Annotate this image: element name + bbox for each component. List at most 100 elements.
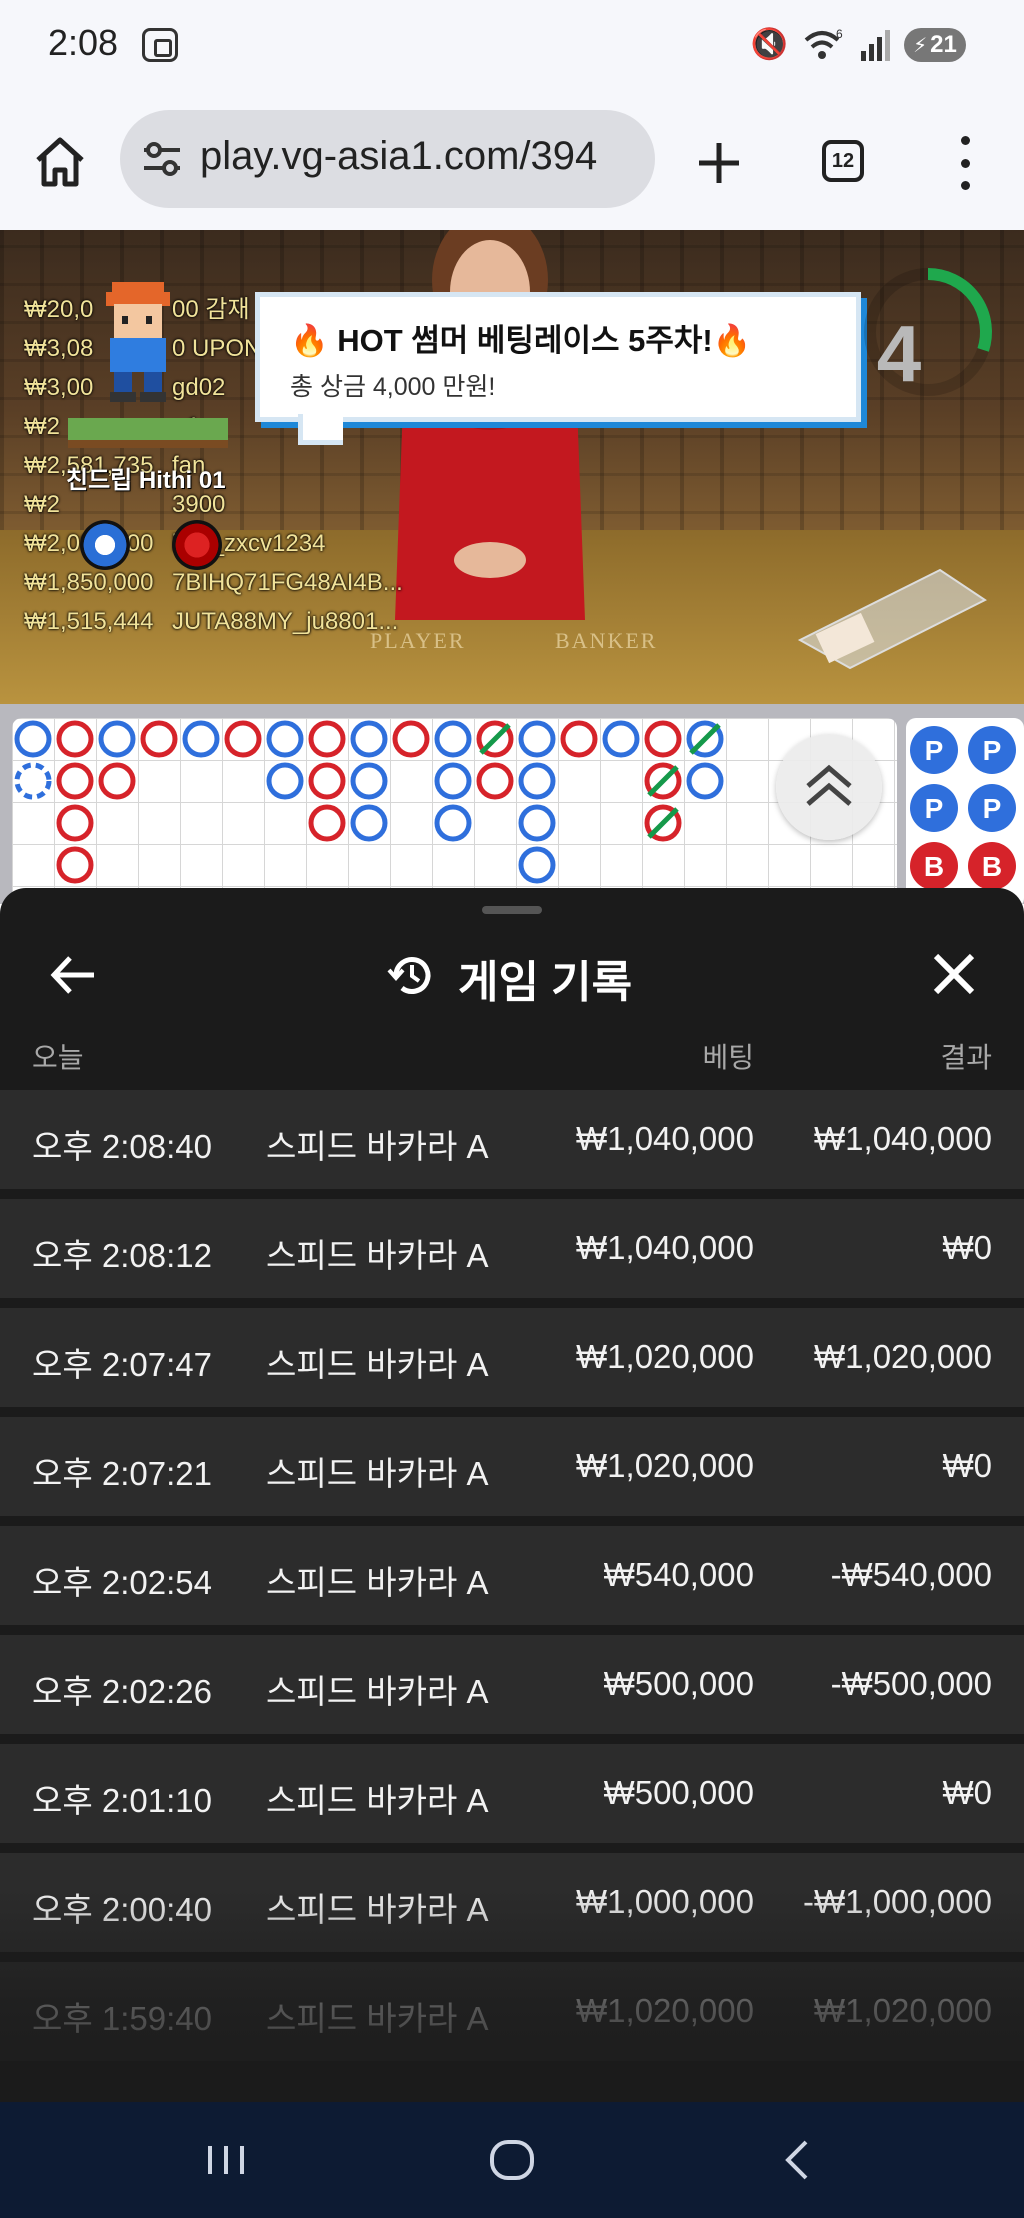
road-mark-red: [56, 762, 94, 800]
road-mark-blue: [602, 720, 640, 758]
history-row[interactable]: 오후 2:00:40 스피드 바카라 A ₩1,000,000 -₩1,000,000: [0, 1853, 1024, 1952]
red-chip-icon: [172, 520, 222, 570]
row-game: 스피드 바카라 A: [266, 2000, 489, 2037]
promo-subtitle: 총 상금 4,000 만원!: [290, 373, 496, 401]
big-road-marks: [14, 720, 724, 884]
mascot-name: 친드립 Hithi 01: [66, 467, 226, 494]
mute-icon: 🔇: [750, 28, 788, 61]
system-nav-bar: [0, 2102, 1024, 2218]
history-row[interactable]: 오후 2:08:40 스피드 바카라 A ₩1,040,000 ₩1,040,000: [0, 1090, 1024, 1189]
road-mark-blue: [434, 804, 472, 842]
double-chevron-up-icon: [806, 764, 852, 806]
road-mark-red: [308, 804, 346, 842]
address-bar[interactable]: play.vg-asia1.com/394: [120, 110, 655, 208]
winner-name: 3900: [172, 491, 226, 518]
promo-banner[interactable]: 🔥 HOT 썸머 베팅레이스 5주차!🔥 총 상금 4,000 만원!: [255, 292, 861, 422]
history-icon: [387, 957, 431, 994]
row-result: -₩500,000: [830, 1665, 992, 1702]
history-row[interactable]: 오후 2:01:10 스피드 바카라 A ₩500,000 ₩0: [0, 1744, 1024, 1843]
road-mark-blue: [518, 762, 556, 800]
road-mark-blue: [98, 720, 136, 758]
winner-amount: ₩1,515,444: [24, 608, 154, 635]
countdown-number: 4: [876, 309, 922, 398]
row-time: 오후 2:07:21: [32, 1455, 212, 1492]
row-bet: ₩1,000,000: [576, 1883, 754, 1920]
plus-icon[interactable]: [694, 138, 744, 188]
winner-row: ₩1,850,000 7BIHQ71FG48AI4B...: [24, 563, 403, 602]
history-row[interactable]: 오후 1:59:40 스피드 바카라 A ₩1,020,000 ₩1,020,000: [0, 1962, 1024, 2061]
road-mark-blue: [434, 720, 472, 758]
road-mark-blue: [182, 720, 220, 758]
row-bet: ₩1,040,000: [576, 1120, 754, 1157]
row-time: 오후 1:59:40: [32, 2000, 212, 2037]
more-vert-icon[interactable]: [950, 136, 980, 190]
url-text[interactable]: play.vg-asia1.com/394: [200, 134, 597, 179]
game-history-sheet: 게임 기록 오늘 베팅 결과 오후 2:08:40 스피드 바카라 A ₩1,040…: [0, 888, 1024, 2102]
row-result: ₩1,040,000: [814, 1120, 992, 1157]
live-video[interactable]: PLAYER BANKER ₩20,0 00 감재 ₩3,08 0 UPON ₩3,00…: [0, 230, 1024, 704]
history-row[interactable]: 오후 2:08:12 스피드 바카라 A ₩1,040,000 ₩0: [0, 1199, 1024, 1298]
recent-apps-icon[interactable]: [196, 2130, 256, 2190]
home-nav-icon[interactable]: [482, 2130, 542, 2190]
road-mark-red: [56, 846, 94, 884]
row-time: 오후 2:08:40: [32, 1128, 212, 1165]
row-time: 오후 2:00:40: [32, 1891, 212, 1928]
row-bet: ₩500,000: [603, 1665, 754, 1702]
back-nav-icon[interactable]: [768, 2130, 828, 2190]
wifi-icon: 6: [804, 28, 843, 59]
expand-roadmap-button[interactable]: [776, 734, 882, 840]
close-icon[interactable]: [928, 948, 980, 1000]
bead-label: B: [982, 851, 1002, 882]
table-banker-label: BANKER: [555, 628, 658, 653]
row-game: 스피드 바카라 A: [266, 1782, 489, 1819]
roadmap-panel: PPPPBB: [0, 704, 1024, 908]
row-game: 스피드 바카라 A: [266, 1455, 489, 1492]
winner-row: ₩1,515,444 JUTA88MY_ju8801...: [24, 602, 403, 641]
history-row[interactable]: 오후 2:02:54 스피드 바카라 A ₩540,000 -₩540,000: [0, 1526, 1024, 1625]
battery-indicator: ⚡ 21: [904, 28, 966, 62]
column-date: 오늘: [32, 1042, 84, 1073]
row-time: 오후 2:02:26: [32, 1673, 212, 1710]
row-game: 스피드 바카라 A: [266, 1564, 489, 1601]
road-mark-blue: [350, 804, 388, 842]
row-result: -₩1,000,000: [803, 1883, 992, 1920]
sheet-drag-handle[interactable]: [482, 906, 542, 914]
history-row[interactable]: 오후 2:02:26 스피드 바카라 A ₩500,000 -₩500,000: [0, 1635, 1024, 1734]
promo-bubble-tail: [298, 414, 343, 445]
card-shoe: [797, 568, 987, 670]
road-mark-red: [14, 762, 52, 800]
row-game: 스피드 바카라 A: [266, 1673, 489, 1710]
history-list: 오후 2:08:40 스피드 바카라 A ₩1,040,000 ₩1,040,000 오…: [0, 1090, 1024, 2071]
row-time: 오후 2:01:10: [32, 1782, 212, 1819]
row-time: 오후 2:08:12: [32, 1237, 212, 1274]
site-settings-icon[interactable]: [142, 140, 182, 178]
column-bet: 베팅: [702, 1042, 754, 1073]
blue-chip-icon: [80, 520, 130, 570]
road-mark-red: [56, 804, 94, 842]
row-result: ₩1,020,000: [814, 1338, 992, 1375]
road-mark-red: [644, 720, 682, 758]
road-mark-blue: [434, 762, 472, 800]
row-bet: ₩1,020,000: [576, 1338, 754, 1375]
row-time: 오후 2:02:54: [32, 1564, 212, 1601]
row-bet: ₩500,000: [603, 1774, 754, 1811]
road-mark-blue: [350, 720, 388, 758]
winner-name: 7BIHQ71FG48AI4B...: [172, 569, 403, 596]
row-result: ₩0: [942, 1447, 993, 1484]
home-icon[interactable]: [32, 134, 88, 190]
row-game: 스피드 바카라 A: [266, 1346, 489, 1383]
road-mark-red: [308, 762, 346, 800]
tab-switcher-button[interactable]: 12: [822, 140, 864, 182]
road-mark-red: [560, 720, 598, 758]
row-result: ₩0: [942, 1774, 993, 1811]
bead-label: P: [925, 735, 944, 766]
history-row[interactable]: 오후 2:07:47 스피드 바카라 A ₩1,020,000 ₩1,020,000: [0, 1308, 1024, 1407]
road-mark-blue: [518, 720, 556, 758]
arrow-left-icon[interactable]: [46, 948, 100, 1002]
big-road: [12, 718, 897, 908]
bead-label: B: [924, 851, 944, 882]
history-row[interactable]: 오후 2:07:21 스피드 바카라 A ₩1,020,000 ₩0: [0, 1417, 1024, 1516]
row-bet: ₩540,000: [603, 1556, 754, 1593]
row-result: ₩0: [942, 1229, 993, 1266]
road-mark-blue: [686, 762, 724, 800]
